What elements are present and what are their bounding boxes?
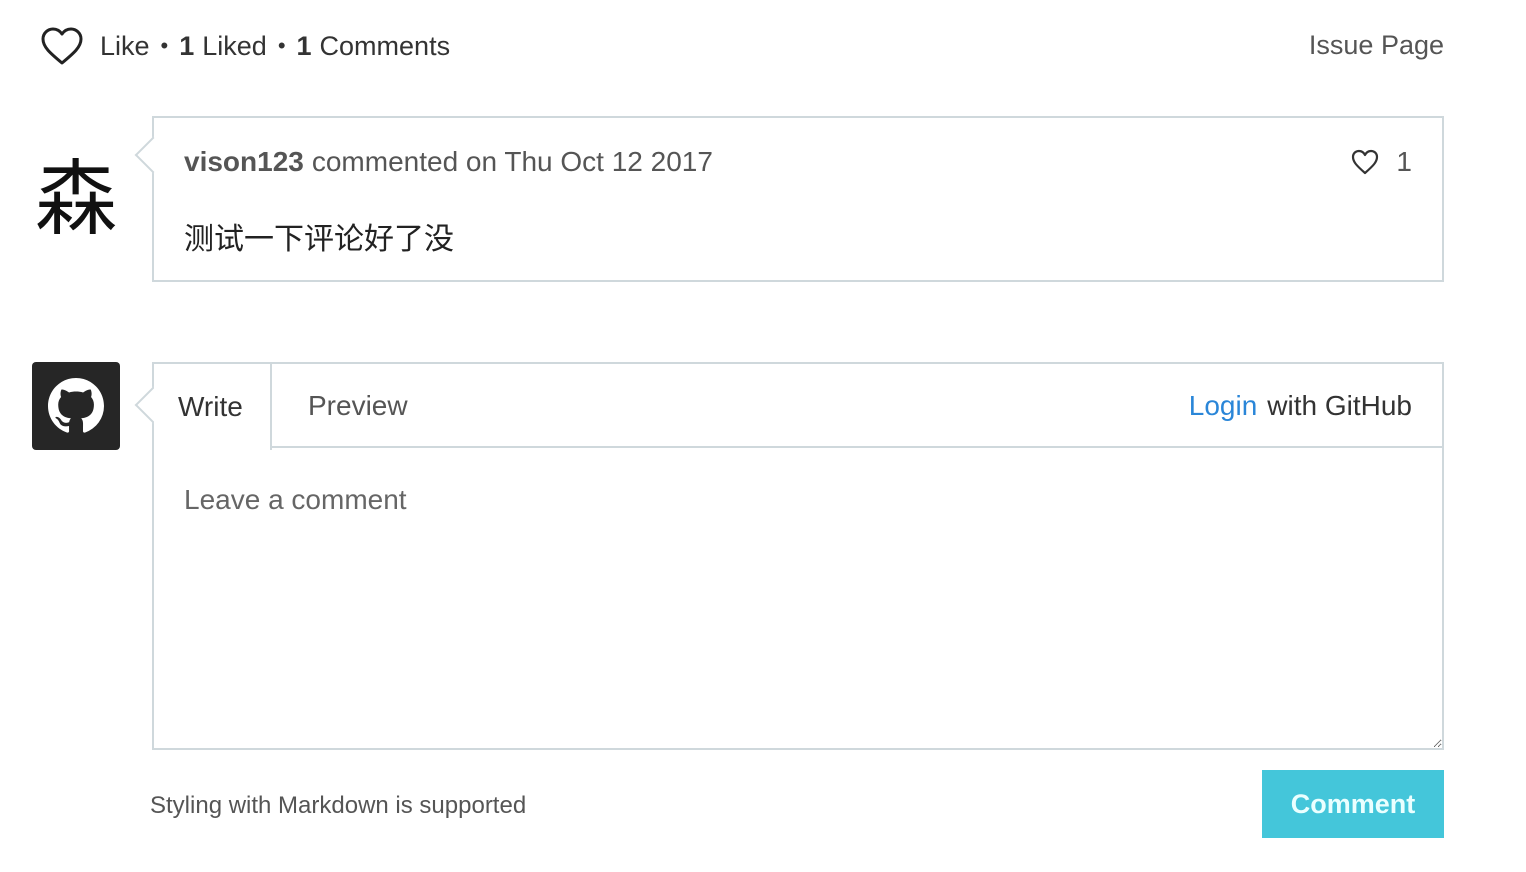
tab-write[interactable]: Write bbox=[154, 364, 272, 450]
comment-like-button[interactable]: 1 bbox=[1350, 146, 1412, 178]
comments-label: Comments bbox=[319, 30, 451, 61]
comment-pointer bbox=[134, 136, 172, 174]
liked-count: 1 bbox=[179, 30, 195, 61]
heart-icon[interactable] bbox=[1350, 148, 1380, 176]
comment-body: 测试一下评论好了没 bbox=[184, 223, 454, 256]
login-suffix: with GitHub bbox=[1267, 390, 1412, 421]
editor-tabs: Write Preview Login with GitHub bbox=[154, 364, 1442, 450]
comment-textarea[interactable] bbox=[154, 448, 1442, 748]
comment-button[interactable]: Comment bbox=[1262, 770, 1444, 838]
comment-card: vison123 commented on Thu Oct 12 2017 1 测… bbox=[134, 116, 1444, 282]
comment-header: vison123 commented on Thu Oct 12 2017 bbox=[184, 146, 713, 178]
avatar[interactable]: 森 bbox=[32, 148, 120, 252]
liked-label: Liked bbox=[202, 30, 267, 61]
tab-preview[interactable]: Preview bbox=[308, 364, 408, 448]
comment-author[interactable]: vison123 bbox=[184, 146, 304, 177]
comment-editor: Write Preview Login with GitHub bbox=[134, 362, 1444, 750]
login-note: Login with GitHub bbox=[1189, 364, 1412, 448]
issue-meta: Like • 1 Liked • 1 Comments bbox=[40, 26, 450, 66]
login-link[interactable]: Login bbox=[1189, 390, 1258, 422]
comment-action: commented on Thu Oct 12 2017 bbox=[311, 146, 713, 177]
separator-dot: • bbox=[277, 33, 286, 58]
like-label[interactable]: Like bbox=[100, 31, 150, 62]
comment-like-count: 1 bbox=[1396, 146, 1412, 177]
separator-dot: • bbox=[160, 33, 169, 58]
comments-count: 1 bbox=[296, 30, 312, 61]
github-avatar bbox=[32, 362, 120, 450]
issue-page-link[interactable]: Issue Page bbox=[1309, 30, 1444, 61]
markdown-note: Styling with Markdown is supported bbox=[150, 792, 527, 819]
heart-icon[interactable] bbox=[40, 26, 84, 66]
github-icon bbox=[48, 378, 104, 433]
